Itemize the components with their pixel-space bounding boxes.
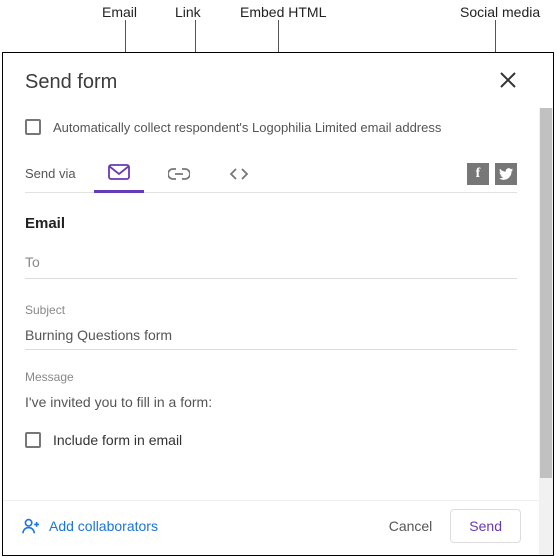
cancel-button[interactable]: Cancel: [371, 510, 451, 542]
auto-collect-checkbox[interactable]: [25, 119, 41, 135]
close-icon: [499, 71, 517, 89]
message-label: Message: [25, 370, 517, 384]
to-field[interactable]: To: [25, 254, 517, 279]
message-input[interactable]: I've invited you to fill in a form:: [25, 390, 517, 416]
annotation-link: Link: [175, 4, 201, 20]
send-form-dialog: Send form Automatically collect responde…: [2, 52, 554, 556]
subject-label: Subject: [25, 303, 517, 317]
tab-email[interactable]: [94, 155, 144, 193]
close-button[interactable]: [499, 69, 517, 95]
annotation-social: Social media: [460, 4, 540, 20]
twitter-icon: [499, 168, 513, 180]
twitter-button[interactable]: [495, 163, 517, 185]
dialog-title: Send form: [25, 71, 117, 94]
annotation-email: Email: [102, 4, 137, 20]
email-section-title: Email: [25, 215, 517, 232]
send-button[interactable]: Send: [450, 509, 521, 543]
include-form-checkbox[interactable]: [25, 432, 41, 448]
add-collaborators-label: Add collaborators: [49, 518, 158, 534]
facebook-icon: f: [476, 166, 481, 182]
scrollbar[interactable]: [539, 108, 553, 555]
subject-input[interactable]: Burning Questions form: [25, 323, 517, 350]
facebook-button[interactable]: f: [467, 163, 489, 185]
tab-embed[interactable]: [214, 155, 264, 193]
link-icon: [168, 166, 190, 182]
tab-link[interactable]: [154, 155, 204, 193]
add-collaborators-button[interactable]: Add collaborators: [21, 518, 158, 534]
annotation-embed: Embed HTML: [240, 4, 326, 20]
include-form-label: Include form in email: [53, 432, 182, 448]
send-via-label: Send via: [25, 166, 76, 181]
add-collaborators-icon: [21, 518, 41, 534]
email-icon: [108, 164, 130, 180]
embed-icon: [228, 166, 250, 182]
auto-collect-label: Automatically collect respondent's Logop…: [53, 120, 441, 135]
